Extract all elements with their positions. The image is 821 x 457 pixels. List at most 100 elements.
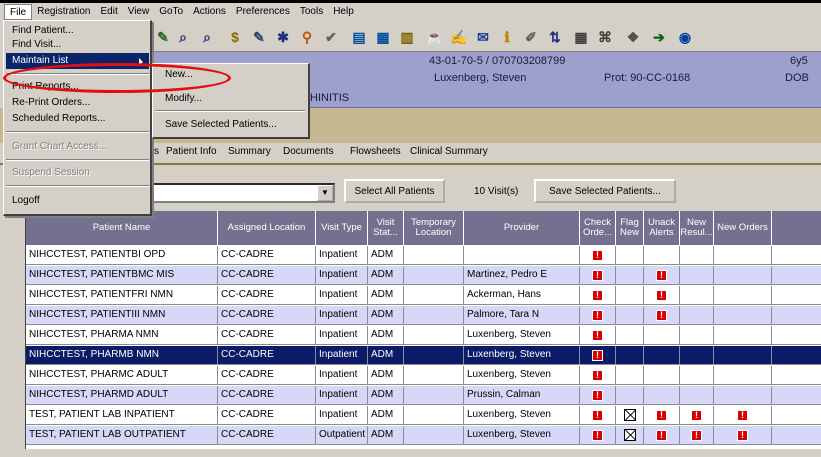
tab-flowsheets[interactable]: Flowsheets <box>350 146 401 157</box>
alert-icon[interactable]: ! <box>592 269 603 281</box>
submenu-item-new[interactable]: New... <box>155 66 305 84</box>
find-icon[interactable]: ⌕ <box>172 26 194 48</box>
column-header[interactable]: Flag New <box>616 211 644 245</box>
alert-icon[interactable]: ! <box>592 429 603 441</box>
pin-icon[interactable]: ✐ <box>520 26 542 48</box>
submenu-item-save-selected[interactable]: Save Selected Patients... <box>155 116 305 134</box>
web-icon[interactable]: ◉ <box>674 26 696 48</box>
menu-separator <box>6 185 149 187</box>
sign-icon[interactable]: ✍ <box>448 26 470 48</box>
exit-icon[interactable]: ➔ <box>648 26 670 48</box>
cell-unack <box>644 366 680 384</box>
alert-icon[interactable]: ! <box>592 289 603 301</box>
alert-icon[interactable]: ! <box>656 429 667 441</box>
alert-icon[interactable]: ! <box>592 329 603 341</box>
column-header[interactable]: Assigned Location <box>218 211 316 245</box>
cell-prov: Ackerman, Hans <box>464 286 580 304</box>
menu-tools[interactable]: Tools <box>295 4 328 20</box>
cell-flag <box>616 366 644 384</box>
alert-icon[interactable]: ! <box>656 269 667 281</box>
cell-newres <box>680 346 714 364</box>
cell-check: ! <box>580 246 616 264</box>
tab-summary[interactable]: Summary <box>228 146 271 157</box>
search-icon[interactable]: ⌕ <box>196 26 218 48</box>
lock-icon[interactable]: ⌘ <box>594 26 616 48</box>
pharmacy-icon[interactable]: $ <box>224 26 246 48</box>
tab-patient-info[interactable]: Patient Info <box>166 146 217 157</box>
menu-goto[interactable]: GoTo <box>154 4 188 20</box>
table-row[interactable]: NIHCCTEST, PHARMB NMN CC-CADRE Inpatient AD… <box>26 346 821 365</box>
alert-icon[interactable]: ! <box>691 409 702 421</box>
cell-flag <box>616 246 644 264</box>
alert-icon[interactable]: ! <box>592 409 603 421</box>
table-row[interactable]: TEST, PATIENT LAB INPATIENT CC-CADRE Inpat… <box>26 406 821 425</box>
order-icon[interactable]: ✎ <box>248 26 270 48</box>
menu-view[interactable]: View <box>123 4 155 20</box>
table-row[interactable]: NIHCCTEST, PHARMA NMN CC-CADRE Inpatient AD… <box>26 326 821 345</box>
sort-icon[interactable]: ⇅ <box>544 26 566 48</box>
menu-preferences[interactable]: Preferences <box>231 4 295 20</box>
cell-name: TEST, PATIENT LAB INPATIENT <box>26 406 218 424</box>
tab-documents[interactable]: Documents <box>283 146 334 157</box>
menu-help[interactable]: Help <box>328 4 359 20</box>
flag-box-icon[interactable] <box>623 429 636 441</box>
menu-edit[interactable]: Edit <box>95 4 122 20</box>
menu-item-scheduled-reports[interactable]: Scheduled Reports... <box>6 111 149 127</box>
alert-icon[interactable]: ! <box>592 249 603 261</box>
menu-item-maintain-list[interactable]: Maintain List <box>6 53 149 69</box>
column-header[interactable]: Visit Type <box>316 211 368 245</box>
save-selected-button[interactable]: Save Selected Patients... <box>534 179 676 203</box>
tree-icon[interactable]: ❖ <box>622 26 644 48</box>
alert-icon[interactable]: ! <box>592 369 603 381</box>
alert-icon[interactable]: ! <box>691 429 702 441</box>
alert-icon[interactable]: ! <box>737 409 748 421</box>
menu-actions[interactable]: Actions <box>188 4 231 20</box>
table-row[interactable]: NIHCCTEST, PHARMD ADULT CC-CADRE Inpatient… <box>26 386 821 405</box>
column-header[interactable]: New Orders <box>714 211 772 245</box>
menu-registration[interactable]: Registration <box>32 4 95 20</box>
column-header[interactable]: Visit Stat... <box>368 211 404 245</box>
menu-item-reprint-orders[interactable]: Re-Print Orders... <box>6 95 149 111</box>
alert-icon[interactable]: ! <box>656 309 667 321</box>
column-header[interactable]: Temporary Location <box>404 211 464 245</box>
document-icon[interactable]: ▥ <box>396 26 418 48</box>
column-header[interactable]: New Resul... <box>680 211 714 245</box>
chart-icon[interactable]: ▤ <box>348 26 370 48</box>
chevron-down-icon[interactable]: ▼ <box>317 185 333 201</box>
check-icon[interactable]: ✔ <box>320 26 342 48</box>
table-row[interactable]: TEST, PATIENT LAB OUTPATIENT CC-CADRE Outp… <box>26 426 821 445</box>
alert-icon[interactable]: ! <box>737 429 748 441</box>
lab-icon[interactable]: ▦ <box>372 26 394 48</box>
info-icon[interactable]: ℹ <box>496 26 518 48</box>
column-header[interactable]: Patient Name <box>26 211 218 245</box>
menu-item-logoff[interactable]: Logoff <box>6 193 149 209</box>
table-row[interactable]: NIHCCTEST, PATIENTBI OPD CC-CADRE Inpatien… <box>26 246 821 265</box>
submenu-item-modify[interactable]: Modify... <box>155 90 305 108</box>
tab-fragment[interactable]: s <box>154 146 159 157</box>
flag-box-icon[interactable] <box>623 409 636 421</box>
column-header[interactable]: Provider <box>464 211 580 245</box>
person-icon[interactable]: ⚲ <box>296 26 318 48</box>
menu-item-find-visit[interactable]: Find Visit... <box>6 37 149 53</box>
table-row[interactable]: NIHCCTEST, PHARMC ADULT CC-CADRE Inpatient… <box>26 366 821 385</box>
table-row[interactable]: NIHCCTEST, PATIENTBMC MIS CC-CADRE Inpatie… <box>26 266 821 285</box>
select-all-button[interactable]: Select All Patients <box>344 179 445 203</box>
table-row[interactable]: NIHCCTEST, PATIENTFRI NMN CC-CADRE Inpatie… <box>26 286 821 305</box>
alert-icon[interactable]: ! <box>592 349 603 361</box>
alert-icon[interactable]: ! <box>656 289 667 301</box>
alert-icon[interactable]: ! <box>592 389 603 401</box>
grid-icon[interactable]: ▦ <box>570 26 592 48</box>
column-header[interactable]: Unack Alerts <box>644 211 680 245</box>
list-select[interactable]: ▼ <box>152 183 335 203</box>
menu-file[interactable]: File <box>4 3 33 20</box>
tab-clinical-summary[interactable]: Clinical Summary <box>410 146 488 157</box>
alert-icon[interactable]: ! <box>656 409 667 421</box>
column-header[interactable]: Check Orde... <box>580 211 616 245</box>
menu-item-print-reports[interactable]: Print Reports... <box>6 79 149 95</box>
cup-icon[interactable]: ☕ <box>424 26 446 48</box>
table-row[interactable]: NIHCCTEST, PATIENTIII NMN CC-CADRE Inpatie… <box>26 306 821 325</box>
star-icon[interactable]: ✱ <box>272 26 294 48</box>
alert-icon[interactable]: ! <box>592 309 603 321</box>
patient-icon[interactable]: ✎ <box>152 26 174 48</box>
note-icon[interactable]: ✉ <box>472 26 494 48</box>
